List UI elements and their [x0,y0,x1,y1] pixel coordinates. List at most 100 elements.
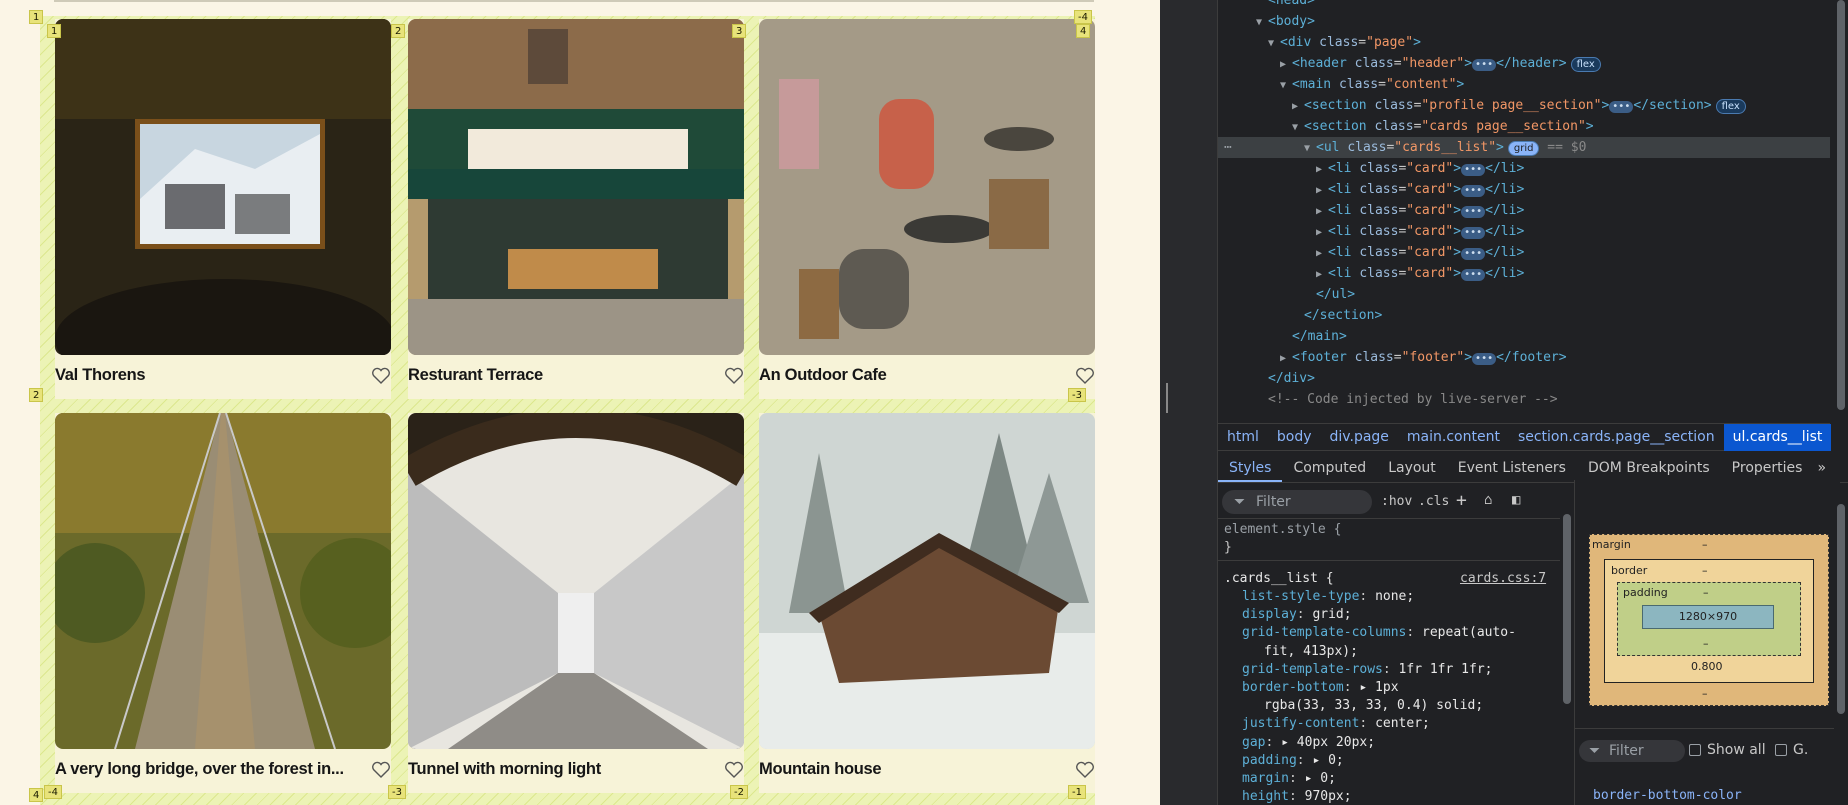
css-declaration[interactable]: gap: ▸ 40px 20px; [1242,734,1375,752]
card-image-val-thorens[interactable] [55,19,391,355]
ellipsis-icon[interactable]: ••• [1461,248,1486,260]
element-style-selector[interactable]: element.style { [1224,521,1341,539]
box-margin[interactable]: margin – border – padding – 1280×970 – 0… [1589,534,1829,706]
group-checkbox[interactable] [1775,744,1787,756]
dom-node-main-close[interactable]: </main> [1218,326,1830,347]
css-declaration[interactable]: justify-content: center; [1242,715,1430,733]
ellipsis-icon[interactable]: ••• [1472,59,1497,71]
heart-icon[interactable] [724,761,744,779]
dom-node-li[interactable]: ▶ <li class="card"> ••• </li> [1218,200,1830,221]
tab-computed[interactable]: Computed [1282,452,1377,482]
flex-badge[interactable]: flex [1570,57,1601,72]
box-content-size[interactable]: 1280×970 [1642,605,1774,629]
breadcrumb-item[interactable]: body [1268,424,1321,451]
card[interactable]: Val Thorens [55,19,391,399]
show-all-checkbox[interactable] [1689,744,1701,756]
dom-node-section-close[interactable]: </section> [1218,305,1830,326]
heart-icon[interactable] [371,367,391,385]
add-rule-icon[interactable]: + [1456,490,1467,511]
dom-node-body[interactable]: ▼ <body> [1218,11,1830,32]
card[interactable]: Tunnel with morning light [408,413,744,793]
dom-node-comment[interactable]: <!-- Code injected by live-server --> [1218,389,1830,410]
dom-node-li[interactable]: ▶ <li class="card"> ••• </li> [1218,263,1830,284]
rule-selector[interactable]: .cards__list { [1224,570,1334,588]
heart-icon[interactable] [724,367,744,385]
ellipsis-icon[interactable]: ••• [1609,101,1634,113]
tab-layout[interactable]: Layout [1377,452,1447,482]
devtools-resize-handle[interactable] [1160,0,1218,805]
css-declaration[interactable]: grid-template-columns: repeat(auto- [1242,624,1516,642]
ellipsis-icon[interactable]: ••• [1472,353,1497,365]
tab-styles[interactable]: Styles [1218,452,1283,482]
paint-icon[interactable]: ⌂ [1484,492,1492,508]
breadcrumb-item[interactable]: main.content [1398,424,1509,451]
computed-scrollbar[interactable] [1834,484,1848,805]
dom-node-li[interactable]: ▶ <li class="card"> ••• </li> [1218,221,1830,242]
css-declaration[interactable]: border-bottom: ▸ 1px [1242,679,1399,697]
dom-node-li[interactable]: ▶ <li class="card"> ••• </li> [1218,242,1830,263]
dom-node-div-close[interactable]: </div> [1218,368,1830,389]
css-declaration[interactable]: rgba(33, 33, 33, 0.4) solid; [1264,697,1483,715]
css-declaration[interactable]: height: 970px; [1242,788,1352,805]
rule-source-link[interactable]: cards.css:7 [1460,570,1546,588]
elements-scrollbar[interactable] [1834,0,1848,420]
hov-toggle[interactable]: :hov [1381,494,1412,509]
dom-node-ul-selected[interactable]: ⋯ ▼ <ul class="cards__list"> grid == $0 [1218,137,1830,158]
dom-node-li[interactable]: ▶ <li class="card"> ••• </li> [1218,158,1830,179]
breadcrumb-item[interactable]: div.page [1321,424,1398,451]
card-image-mountain-house[interactable] [759,413,1095,749]
tab-dom-breakpoints[interactable]: DOM Breakpoints [1577,452,1721,482]
css-declaration[interactable]: padding: ▸ 0; [1242,752,1344,770]
css-declaration[interactable]: display: grid; [1242,606,1352,624]
sidebar-toggle-icon[interactable]: ◧ [1512,492,1520,508]
css-property: padding [1242,752,1297,768]
tab-properties[interactable]: Properties [1721,452,1814,482]
more-tabs-icon[interactable]: » [1813,452,1830,482]
breadcrumb-item[interactable]: section.cards.page__section [1509,424,1724,451]
cls-toggle[interactable]: .cls [1418,494,1449,509]
card-image-outdoor-cafe[interactable] [759,19,1095,355]
tag-name: main [1299,77,1332,92]
css-declaration[interactable]: list-style-type: none; [1242,588,1414,606]
dom-node-section-profile[interactable]: ▶ <section class="profile page__section">… [1218,95,1830,116]
card[interactable]: Mountain house [759,413,1095,793]
tab-event-listeners[interactable]: Event Listeners [1447,452,1577,482]
card-image-tunnel[interactable] [408,413,744,749]
card[interactable]: A very long bridge, over the forest in..… [55,413,391,793]
flex-badge[interactable]: flex [1715,99,1746,114]
dom-node-ul-close[interactable]: </ul> [1218,284,1830,305]
dom-node-li[interactable]: ▶ <li class="card"> ••• </li> [1218,179,1830,200]
box-padding[interactable]: padding – 1280×970 – [1617,582,1801,656]
styles-scrollbar[interactable] [1560,484,1574,805]
css-declaration[interactable]: grid-template-rows: 1fr 1fr 1fr; [1242,661,1492,679]
ellipsis-icon[interactable]: ••• [1461,164,1486,176]
grid-badge[interactable]: grid [1507,141,1540,156]
dom-node-footer[interactable]: ▶ <footer class="footer"> ••• </footer> [1218,347,1830,368]
styles-filter-input[interactable]: ⏷ Filter [1222,490,1372,514]
css-property: justify-content [1242,716,1360,732]
card[interactable]: Resturant Terrace [408,19,744,399]
box-border[interactable]: border – padding – 1280×970 – 0.800 [1604,559,1814,683]
card-image-restaurant[interactable] [408,19,744,355]
more-icon[interactable]: ⋯ [1224,137,1232,158]
heart-icon[interactable] [1075,367,1095,385]
css-declaration[interactable]: margin: ▸ 0; [1242,770,1336,788]
dom-node-main[interactable]: ▼ <main class="content"> [1218,74,1830,95]
card-image-bridge[interactable] [55,413,391,749]
dom-node-section-cards[interactable]: ▼ <section class="cards page__section"> [1218,116,1830,137]
css-declaration[interactable]: fit, 413px); [1264,643,1358,661]
dom-node-div-page[interactable]: ▼ <div class="page"> [1218,32,1830,53]
breadcrumb-item-current[interactable]: ul.cards__list [1723,423,1832,451]
ellipsis-icon[interactable]: ••• [1461,227,1486,239]
computed-filter-input[interactable]: ⏷ Filter [1579,740,1685,762]
card[interactable]: An Outdoor Cafe [759,19,1095,399]
ellipsis-icon[interactable]: ••• [1461,206,1486,218]
dom-node-head[interactable]: <head> [1218,0,1830,11]
dom-node-header[interactable]: ▶ <header class="header"> ••• </header> flex [1218,53,1830,74]
ellipsis-icon[interactable]: ••• [1461,269,1486,281]
heart-icon[interactable] [1075,761,1095,779]
ellipsis-icon[interactable]: ••• [1461,185,1486,197]
computed-property[interactable]: border-bottom-color [1593,788,1742,803]
breadcrumb-item[interactable]: html [1218,424,1268,451]
heart-icon[interactable] [371,761,391,779]
